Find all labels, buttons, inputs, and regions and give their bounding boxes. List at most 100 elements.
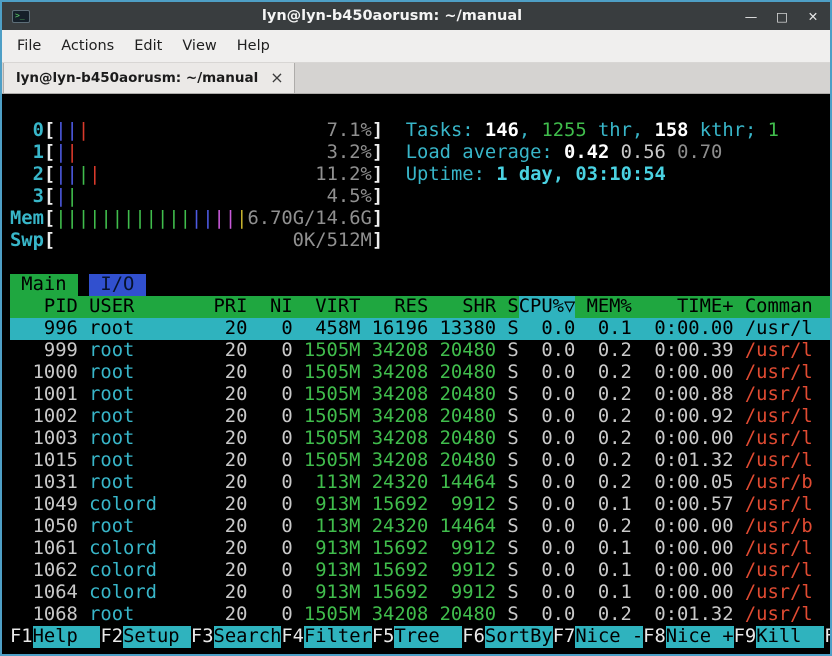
- fkey-f6[interactable]: F6SortBy: [462, 626, 552, 648]
- process-row-1001[interactable]: 1001root2001505M3420820480S0.00.20:00.88…: [10, 384, 830, 406]
- close-icon[interactable]: ✕: [806, 9, 820, 24]
- meter-value: 0K/512M: [293, 230, 372, 252]
- title-bar[interactable]: lyn@lyn-b450aorusm: ~/manual — □ ✕: [2, 2, 830, 30]
- minimize-icon[interactable]: —: [744, 9, 758, 24]
- column-header-cpu[interactable]: CPU%▽: [519, 296, 576, 318]
- cell-pid: 1000: [10, 362, 78, 384]
- header-info-line: Tasks: 146, 1255 thr, 158 kthr; 1: [406, 120, 779, 142]
- menu-item-actions[interactable]: Actions: [51, 33, 124, 59]
- fkey-label: F7: [553, 626, 576, 648]
- column-header-mem[interactable]: MEM%: [575, 296, 632, 318]
- process-row-1031[interactable]: 1031root200113M2432014464S0.00.20:00.05/…: [10, 472, 830, 494]
- fkey-action-label: Filter: [304, 626, 372, 648]
- cell-pri: 20: [202, 450, 247, 472]
- meter-bar-marks: ||: [55, 142, 78, 164]
- tab-close-icon[interactable]: ×: [270, 70, 283, 86]
- cell-pri: 20: [202, 516, 247, 538]
- cell-comman: /usr/b: [734, 516, 830, 538]
- cell-user: root: [78, 384, 202, 406]
- fkey-f[interactable]: F: [824, 626, 830, 648]
- meter-label: 3: [10, 186, 44, 208]
- process-row-1002[interactable]: 1002root2001505M3420820480S0.00.20:00.92…: [10, 406, 830, 428]
- column-header-shr[interactable]: SHR: [428, 296, 496, 318]
- cell-comman: /usr/l: [734, 560, 830, 582]
- fkey-f7[interactable]: F7Nice -: [553, 626, 643, 648]
- cell-pid: 1050: [10, 516, 78, 538]
- fkey-action-label: SortBy: [485, 626, 553, 648]
- screen-tab-io[interactable]: I/O: [89, 274, 146, 296]
- maximize-icon[interactable]: □: [775, 9, 789, 24]
- column-header-comman[interactable]: Comman: [734, 296, 830, 318]
- swp-meter: Swp[0K/512M]: [10, 230, 383, 252]
- column-header-pid[interactable]: PID: [10, 296, 78, 318]
- process-row-1003[interactable]: 1003root2001505M3420820480S0.00.20:00.00…: [10, 428, 830, 450]
- meter-bracket: ]: [372, 230, 383, 252]
- cell-shr: 20480: [428, 362, 496, 384]
- cell-cpu: 0.0: [519, 560, 576, 582]
- column-header-s[interactable]: S: [496, 296, 519, 318]
- column-header-virt[interactable]: VIRT: [293, 296, 361, 318]
- cell-res: 24320: [360, 472, 428, 494]
- fkey-f3[interactable]: F3Search: [191, 626, 281, 648]
- 0-meter: 0[|||7.1%]: [10, 120, 383, 142]
- column-header-pri[interactable]: PRI: [202, 296, 247, 318]
- process-row-1049[interactable]: 1049colord200913M156929912S0.00.10:00.57…: [10, 494, 830, 516]
- meter-value: 3.2%: [327, 142, 372, 164]
- cell-shr: 14464: [428, 472, 496, 494]
- meter-label: 0: [10, 120, 44, 142]
- fkey-f2[interactable]: F2Setup: [100, 626, 190, 648]
- fkey-label: F: [824, 626, 830, 648]
- terminal-window: lyn@lyn-b450aorusm: ~/manual — □ ✕ FileA…: [0, 0, 832, 656]
- process-row-1061[interactable]: 1061colord200913M156929912S0.00.10:00.00…: [10, 538, 830, 560]
- column-header-user[interactable]: USER: [78, 296, 202, 318]
- header-info-line: Uptime: 1 day, 03:10:54: [406, 164, 666, 186]
- blank-line: [10, 98, 830, 120]
- cell-time: 0:00.57: [632, 494, 734, 516]
- column-header-res[interactable]: RES: [360, 296, 428, 318]
- column-header-ni[interactable]: NI: [247, 296, 292, 318]
- cell-time: 0:01.32: [632, 604, 734, 626]
- process-row-1015[interactable]: 1015root2001505M3420820480S0.00.20:01.32…: [10, 450, 830, 472]
- cell-user: colord: [78, 582, 202, 604]
- menu-item-help[interactable]: Help: [227, 33, 280, 59]
- meter-bracket: [: [44, 164, 55, 186]
- fkey-action-label: Setup: [123, 626, 191, 648]
- fkey-f5[interactable]: F5Tree: [372, 626, 462, 648]
- cell-pri: 20: [202, 362, 247, 384]
- cell-res: 34208: [360, 406, 428, 428]
- cell-comman: /usr/l: [734, 428, 830, 450]
- process-row-999[interactable]: 999root2001505M3420820480S0.00.20:00.39/…: [10, 340, 830, 362]
- terminal-screen[interactable]: 0[|||7.1%]Tasks: 146, 1255 thr, 158 kthr…: [2, 94, 830, 654]
- meter-bar: |||7.1%: [55, 120, 372, 142]
- 1-meter: 1[||3.2%]: [10, 142, 383, 164]
- cell-res: 15692: [360, 582, 428, 604]
- screen-tab-main[interactable]: Main: [10, 274, 78, 296]
- process-row-1050[interactable]: 1050root200113M2432014464S0.00.20:00.00/…: [10, 516, 830, 538]
- cell-cpu: 0.0: [519, 340, 576, 362]
- cell-time: 0:00.00: [632, 538, 734, 560]
- cell-pid: 1049: [10, 494, 78, 516]
- fkey-action-label: Help: [33, 626, 101, 648]
- column-header-time[interactable]: TIME+: [632, 296, 734, 318]
- fkey-f4[interactable]: F4Filter: [281, 626, 371, 648]
- fkey-f9[interactable]: F9Kill: [734, 626, 824, 648]
- cell-ni: 0: [247, 604, 292, 626]
- process-row-996[interactable]: 996root200458M1619613380S0.00.10:00.00/u…: [10, 318, 830, 340]
- tab-bar: lyn@lyn-b450aorusm: ~/manual ×: [2, 63, 830, 94]
- cell-s: S: [496, 318, 519, 340]
- cell-pri: 20: [202, 472, 247, 494]
- process-row-1062[interactable]: 1062colord200913M156929912S0.00.10:00.00…: [10, 560, 830, 582]
- terminal-tab[interactable]: lyn@lyn-b450aorusm: ~/manual ×: [3, 63, 295, 93]
- fkey-f1[interactable]: F1Help: [10, 626, 100, 648]
- process-row-1068[interactable]: 1068root2001505M3420820480S0.00.20:01.32…: [10, 604, 830, 626]
- process-row-1064[interactable]: 1064colord200913M156929912S0.00.10:00.00…: [10, 582, 830, 604]
- process-row-1000[interactable]: 1000root2001505M3420820480S0.00.20:00.00…: [10, 362, 830, 384]
- header-info-line: Load average: 0.42 0.56 0.70: [406, 142, 723, 164]
- menu-item-view[interactable]: View: [172, 33, 226, 59]
- fkey-f8[interactable]: F8Nice +: [643, 626, 733, 648]
- menu-item-file[interactable]: File: [7, 33, 51, 59]
- cell-pid: 1064: [10, 582, 78, 604]
- meter-line: 1[||3.2%]Load average: 0.42 0.56 0.70: [10, 142, 830, 164]
- menu-item-edit[interactable]: Edit: [124, 33, 172, 59]
- cell-s: S: [496, 340, 519, 362]
